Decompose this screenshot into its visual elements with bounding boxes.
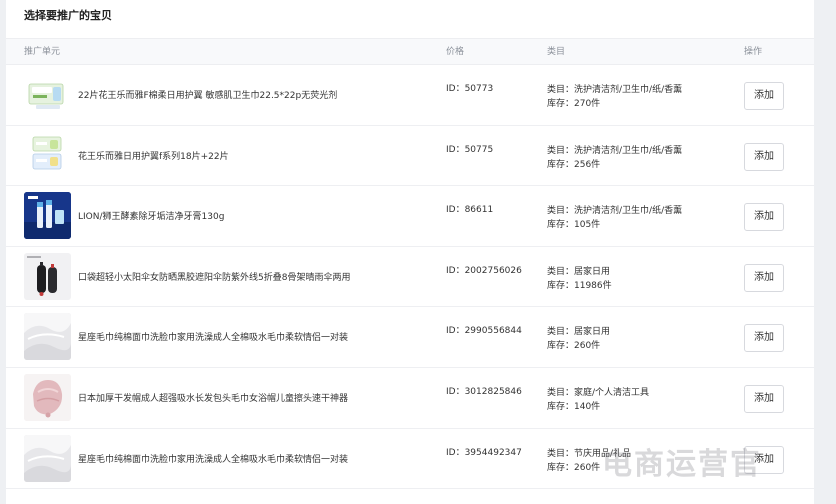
product-name[interactable]: 花王乐而雅日用护翼f系列18片+22片: [78, 151, 229, 163]
towel-icon: [24, 434, 71, 482]
product-category-stock: 类目：洗护清洁剂/卫生巾/纸/香薰 库存：270件: [547, 83, 682, 111]
product-id: ID：2002756026: [446, 265, 522, 276]
sanitary-pad-package-icon: [24, 71, 71, 118]
product-name[interactable]: 日本加厚干发帽成人超强吸水长发包头毛巾女浴帽儿童擦头速干神器: [78, 393, 348, 405]
sanitary-pad-bundle-icon: [24, 131, 71, 179]
product-id: ID：2990556844: [446, 326, 522, 337]
table-row: LION/狮王酵素除牙垢洁净牙膏130g ID：86611 类目：洗护清洁剂/卫…: [6, 186, 814, 247]
column-header-unit: 推广单元: [24, 47, 61, 57]
product-id: ID：3012825846: [446, 386, 522, 397]
product-category-stock: 类目：洗护清洁剂/卫生巾/纸/香薰 库存：105件: [547, 204, 682, 232]
product-name[interactable]: LION/狮王酵素除牙垢洁净牙膏130g: [78, 211, 224, 223]
column-header-action: 操作: [744, 47, 763, 57]
table-row: 花王乐而雅日用护翼f系列18片+22片 ID：50775 类目：洗护清洁剂/卫生…: [6, 126, 814, 187]
product-category: 类目：洗护清洁剂/卫生巾/纸/香薰: [547, 206, 683, 217]
product-name[interactable]: 口袋超轻小太阳伞女防晒黑胶遮阳伞防紫外线5折叠8骨架晴雨伞两用: [78, 272, 350, 284]
product-stock: 库存：11986件: [547, 280, 612, 291]
product-category-stock: 类目：居家日用 库存：260件: [547, 325, 610, 353]
product-category: 类目：家庭/个人清洁工具: [547, 387, 650, 398]
product-name[interactable]: 星座毛巾纯棉面巾洗脸巾家用洗澡成人全棉吸水毛巾柔软情侣一对装: [78, 454, 348, 466]
product-id: ID：86611: [446, 205, 494, 216]
product-category: 类目：洗护清洁剂/卫生巾/纸/香薰: [547, 145, 683, 156]
panel-title: 选择要推广的宝贝: [24, 9, 112, 22]
product-stock: 库存：256件: [547, 159, 601, 170]
product-category-stock: 类目：洗护清洁剂/卫生巾/纸/香薰 库存：256件: [547, 144, 682, 172]
product-category-stock: 类目：家庭/个人清洁工具 库存：140件: [547, 386, 649, 414]
add-button[interactable]: 添加: [744, 82, 784, 110]
product-stock: 库存：105件: [547, 220, 601, 231]
product-category-stock: 类目：居家日用 库存：11986件: [547, 265, 612, 293]
product-category: 类目：洗护清洁剂/卫生巾/纸/香薰: [547, 85, 683, 95]
product-stock: 库存：270件: [547, 99, 601, 109]
umbrella-icon: [24, 252, 71, 300]
product-id: ID：3954492347: [446, 447, 522, 458]
table-row: 口袋超轻小太阳伞女防晒黑胶遮阳伞防紫外线5折叠8骨架晴雨伞两用 ID：20027…: [6, 247, 814, 308]
select-product-panel: 选择要推广的宝贝 推广单元 价格 类目 操作 22片花王乐而雅F棉柔日用护翼 敏…: [6, 0, 814, 504]
add-button[interactable]: 添加: [744, 324, 784, 353]
table-row: 22片花王乐而雅F棉柔日用护翼 敏感肌卫生巾22.5*22p无荧光剂 ID：50…: [6, 65, 814, 126]
product-stock: 库存：260件: [547, 341, 601, 352]
towel-icon: [24, 313, 71, 361]
product-name[interactable]: 22片花王乐而雅F棉柔日用护翼 敏感肌卫生巾22.5*22p无荧光剂: [78, 90, 337, 102]
add-button[interactable]: 添加: [744, 263, 784, 292]
product-id: ID：50775: [446, 144, 494, 155]
table-row: 星座毛巾纯棉面巾洗脸巾家用洗澡成人全棉吸水毛巾柔软情侣一对装 ID：299055…: [6, 307, 814, 368]
product-name[interactable]: 星座毛巾纯棉面巾洗脸巾家用洗澡成人全棉吸水毛巾柔软情侣一对装: [78, 332, 348, 344]
column-header-price: 价格: [446, 47, 465, 57]
product-category: 类目：居家日用: [547, 266, 611, 277]
add-button[interactable]: 添加: [744, 384, 784, 413]
product-stock: 库存：140件: [547, 401, 601, 412]
product-table: 22片花王乐而雅F棉柔日用护翼 敏感肌卫生巾22.5*22p无荧光剂 ID：50…: [6, 65, 814, 490]
toothpaste-icon: [24, 192, 71, 240]
column-header-category: 类目: [547, 47, 566, 57]
product-category: 类目：居家日用: [547, 327, 611, 338]
table-header: 推广单元 价格 类目 操作: [6, 38, 814, 65]
table-row: 日本加厚干发帽成人超强吸水长发包头毛巾女浴帽儿童擦头速干神器 ID：301282…: [6, 368, 814, 429]
product-id: ID：50773: [446, 84, 494, 94]
add-button[interactable]: 添加: [744, 203, 784, 232]
add-button[interactable]: 添加: [744, 142, 784, 171]
scrollbar[interactable]: [826, 0, 836, 504]
watermark: 电商运营官: [602, 447, 762, 482]
hair-cap-icon: [24, 373, 71, 421]
